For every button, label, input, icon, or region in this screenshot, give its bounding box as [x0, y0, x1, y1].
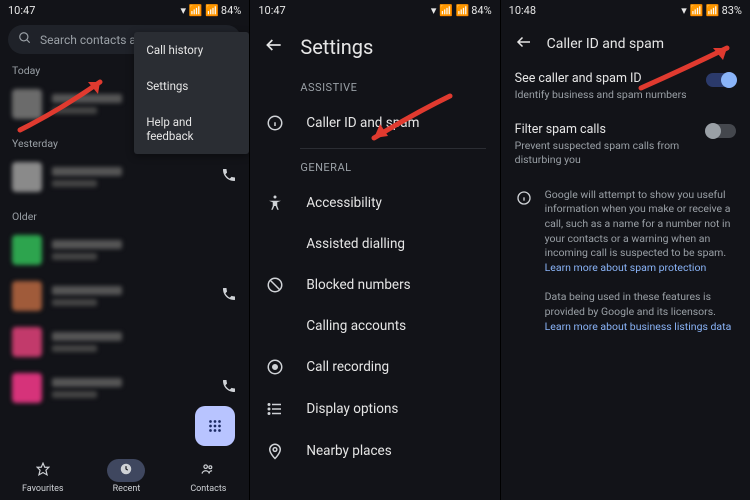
caller-id-settings-screen: 10:48 ▾ 📶 📶 83% Caller ID and spam See c…	[500, 0, 750, 500]
status-icons: ▾ 📶 📶 84%	[431, 4, 492, 17]
list-item[interactable]	[0, 319, 249, 365]
setting-calling-accounts[interactable]: Calling accounts	[250, 306, 499, 346]
clock: 10:47	[8, 4, 35, 17]
list-item[interactable]	[0, 227, 249, 273]
accessibility-icon	[264, 194, 286, 212]
app-bar: Settings	[250, 19, 499, 69]
learn-more-spam-link[interactable]: Learn more about spam protection	[545, 261, 707, 274]
status-bar: 10:48 ▾ 📶 📶 83%	[501, 0, 750, 19]
page-title: Settings	[300, 35, 373, 59]
setting-blocked-numbers[interactable]: Blocked numbers	[250, 264, 499, 306]
list-item[interactable]	[0, 365, 249, 411]
overflow-menu: Call history Settings Help and feedback	[134, 32, 249, 154]
status-bar: 10:47 ▾ 📶 📶 84%	[0, 0, 249, 19]
back-arrow-icon[interactable]	[264, 35, 284, 59]
section-assistive: ASSISTIVE	[250, 69, 499, 102]
nav-favourites[interactable]: Favourites	[22, 459, 64, 494]
toggle-filter-spam[interactable]: Filter spam calls Prevent suspected spam…	[501, 112, 750, 177]
info-block: Google will attempt to show you useful i…	[501, 178, 750, 345]
block-icon	[264, 276, 286, 294]
location-icon	[264, 442, 286, 460]
switch-off[interactable]	[706, 124, 736, 138]
search-icon	[18, 31, 32, 48]
toggle-see-caller-id[interactable]: See caller and spam ID Identify business…	[501, 61, 750, 112]
record-icon	[264, 358, 286, 376]
setting-nearby-places[interactable]: Nearby places	[250, 430, 499, 472]
status-bar: 10:47 ▾ 📶 📶 84%	[250, 0, 499, 19]
section-older: Older	[0, 206, 249, 227]
setting-accessibility[interactable]: Accessibility	[250, 182, 499, 224]
menu-help[interactable]: Help and feedback	[134, 104, 249, 154]
phone-recents-screen: 10:47 ▾ 📶 📶 84% Search contacts a Call h…	[0, 0, 249, 500]
setting-display-options[interactable]: Display options	[250, 388, 499, 430]
star-icon	[24, 459, 62, 482]
status-icons: ▾ 📶 📶 83%	[681, 4, 742, 17]
status-icons: ▾ 📶 📶 84%	[181, 4, 242, 17]
page-title: Caller ID and spam	[547, 36, 664, 52]
phone-icon[interactable]	[221, 167, 237, 187]
phone-settings-screen: 10:47 ▾ 📶 📶 84% Settings ASSISTIVE Calle…	[249, 0, 499, 500]
list-item[interactable]	[0, 154, 249, 200]
setting-call-recording[interactable]: Call recording	[250, 346, 499, 388]
clock: 10:48	[509, 4, 536, 17]
nav-contacts[interactable]: Contacts	[189, 459, 227, 494]
clock: 10:47	[258, 4, 285, 17]
menu-settings[interactable]: Settings	[134, 68, 249, 104]
switch-on[interactable]	[706, 73, 736, 87]
people-icon	[189, 459, 227, 482]
menu-call-history[interactable]: Call history	[134, 32, 249, 68]
bottom-nav: Favourites Recent Contacts	[0, 451, 249, 500]
dialpad-button[interactable]	[195, 406, 235, 446]
list-icon	[264, 400, 286, 418]
list-item[interactable]	[0, 273, 249, 319]
learn-more-listings-link[interactable]: Learn more about business listings data	[545, 320, 732, 333]
phone-icon[interactable]	[221, 378, 237, 398]
back-arrow-icon[interactable]	[515, 33, 533, 55]
setting-assisted-dialling[interactable]: Assisted dialling	[250, 224, 499, 264]
phone-icon[interactable]	[221, 286, 237, 306]
nav-recent[interactable]: Recent	[107, 459, 145, 494]
section-general: GENERAL	[250, 149, 499, 182]
info-outline-icon	[515, 190, 533, 206]
clock-icon	[107, 459, 145, 482]
info-icon	[264, 114, 286, 132]
search-placeholder: Search contacts a	[40, 33, 136, 47]
app-bar: Caller ID and spam	[501, 19, 750, 61]
setting-caller-id[interactable]: Caller ID and spam	[250, 102, 499, 144]
